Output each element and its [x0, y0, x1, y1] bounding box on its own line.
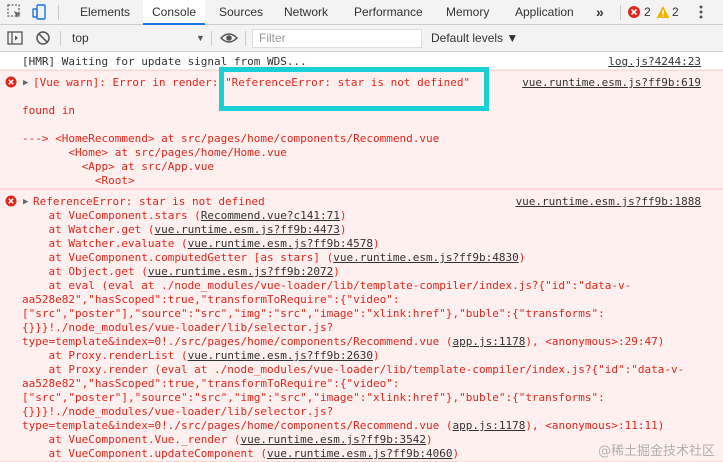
stack-trace-text: at Watcher.evaluate ( [22, 237, 188, 250]
stack-trace-text: ["src","poster"],"source":"src","img":"s… [22, 307, 605, 320]
stack-trace-link[interactable]: app.js:1178 [452, 335, 525, 348]
trace-line: <Root> [22, 174, 135, 187]
more-tabs-button[interactable]: » [596, 0, 604, 25]
stack-trace-text: ["src","poster"],"source":"src","img":"s… [22, 391, 605, 404]
source-link[interactable]: vue.runtime.esm.js?ff9b:1888 [516, 195, 701, 209]
stack-trace-text: at Proxy.renderList ( [22, 349, 188, 362]
stack-trace-text: ) [333, 265, 340, 278]
warning-icon[interactable] [656, 5, 670, 19]
stack-trace-line: aa528e82","hasScoped":true,"transformToR… [22, 377, 400, 391]
watermark: @稀土掘金技术社区 [597, 444, 715, 459]
stack-trace-link[interactable]: vue.runtime.esm.js?ff9b:2630 [188, 349, 373, 362]
trace-line: <Home> at src/pages/home/Home.vue [22, 146, 287, 159]
stack-trace-text: at Watcher.get ( [22, 223, 155, 236]
stack-trace-line: at Proxy.render (eval at ./node_modules/… [22, 363, 684, 377]
stack-trace-text: ), <anonymous>:29:47) [525, 335, 665, 348]
error-count[interactable]: 2 [644, 0, 651, 25]
stack-trace-link[interactable]: vue.runtime.esm.js?ff9b:4060 [267, 447, 452, 460]
log-levels-dropdown[interactable]: Default levels ▼ [431, 25, 518, 52]
source-link[interactable]: log.js?4244:23 [608, 55, 701, 69]
stack-trace-line: type=template&index=0!./src/pages/home/c… [22, 419, 664, 433]
stack-trace-link[interactable]: vue.runtime.esm.js?ff9b:4578 [188, 237, 373, 250]
tab-console[interactable]: Console [143, 0, 206, 25]
devtools-tab-bar: Elements Console Sources Network Perform… [0, 0, 723, 25]
stack-trace-line: {}}}!./node_modules/vue-loader/lib/selec… [22, 405, 333, 419]
stack-trace-text: at Proxy.render (eval at ./node_modules/… [22, 363, 685, 376]
stack-trace-text: at VueComponent.Vue._render ( [22, 433, 241, 446]
stack-trace-text: ) [339, 223, 347, 236]
stack-trace-text: ) [425, 433, 433, 446]
stack-trace-line: at Watcher.evaluate (vue.runtime.esm.js?… [22, 237, 380, 251]
stack-trace-link[interactable]: vue.runtime.esm.js?ff9b:4830 [333, 251, 518, 264]
context-dropdown-icon[interactable]: ▼ [196, 25, 205, 52]
stack-trace-link[interactable]: Recommend.vue?c141:71 [201, 209, 340, 222]
error-icon[interactable] [627, 5, 641, 19]
tab-network[interactable]: Network [284, 0, 328, 25]
console-message-reference-error: ▶ ReferenceError: star is not defined vu… [0, 189, 723, 462]
stack-trace-line: aa528e82","hasScoped":true,"transformToR… [22, 293, 400, 307]
stack-trace-text: {}}}!./node_modules/vue-loader/lib/selec… [22, 405, 334, 418]
tab-memory[interactable]: Memory [446, 0, 489, 25]
stack-trace-line: at VueComponent.updateComponent (vue.run… [22, 447, 459, 461]
stack-trace-link[interactable]: vue.runtime.esm.js?ff9b:4473 [154, 223, 339, 236]
highlight-annotation-box [219, 67, 489, 111]
stack-trace-text: {}}}!./node_modules/vue-loader/lib/selec… [22, 321, 334, 334]
filter-input[interactable]: Filter [252, 29, 422, 48]
device-toolbar-icon[interactable] [31, 3, 49, 21]
live-expression-eye-icon[interactable] [219, 29, 239, 47]
stack-trace-text: type=template&index=0!./src/pages/home/c… [22, 419, 453, 432]
trace-line: ---> <HomeRecommend> at src/pages/home/c… [22, 132, 440, 145]
stack-trace-line: at Watcher.get (vue.runtime.esm.js?ff9b:… [22, 223, 347, 237]
stack-trace-text: ) [518, 251, 526, 264]
message-text: ReferenceError: star is not defined [33, 195, 265, 208]
sidebar-toggle-icon[interactable] [6, 29, 24, 47]
stack-trace-line: at Proxy.renderList (vue.runtime.esm.js?… [22, 349, 380, 363]
warning-count[interactable]: 2 [672, 0, 679, 25]
stack-trace-link[interactable]: app.js:1178 [452, 419, 525, 432]
stack-trace-text: at VueComponent.computedGetter [as stars… [22, 251, 334, 264]
message-text: [Vue warn]: Error in render: [33, 76, 226, 89]
stack-trace-text: aa528e82","hasScoped":true,"transformToR… [22, 377, 400, 390]
trace-line: found in [22, 104, 75, 117]
console-output: [HMR] Waiting for update signal from WDS… [0, 53, 723, 462]
error-icon [5, 76, 17, 88]
stack-trace-line: ["src","poster"],"source":"src","img":"s… [22, 307, 605, 321]
error-icon [5, 195, 17, 207]
context-selector[interactable]: top [72, 25, 89, 52]
stack-trace-line: at eval (eval at ./node_modules/vue-load… [22, 279, 631, 293]
more-options-icon[interactable] [693, 4, 709, 20]
console-toolbar: top ▼ Filter Default levels ▼ [0, 25, 723, 52]
tab-elements[interactable]: Elements [80, 0, 130, 25]
stack-trace-text: at VueComponent.stars ( [22, 209, 201, 222]
tab-application[interactable]: Application [515, 0, 574, 25]
stack-trace-text: ) [373, 349, 380, 362]
stack-trace-line: type=template&index=0!./src/pages/home/c… [22, 335, 664, 349]
expand-triangle-icon[interactable]: ▶ [23, 195, 28, 209]
stack-trace-text: type=template&index=0!./src/pages/home/c… [22, 335, 453, 348]
stack-trace-line: at VueComponent.Vue._render (vue.runtime… [22, 433, 433, 447]
stack-trace-line: {}}}!./node_modules/vue-loader/lib/selec… [22, 321, 333, 335]
stack-trace-link[interactable]: vue.runtime.esm.js?ff9b:3542 [241, 433, 426, 446]
clear-console-icon[interactable] [34, 29, 52, 47]
source-link[interactable]: vue.runtime.esm.js?ff9b:619 [522, 76, 701, 90]
stack-trace-text: ) [339, 209, 347, 222]
stack-trace-line: at VueComponent.stars (Recommend.vue?c14… [22, 209, 347, 223]
stack-trace-text: ) [452, 447, 460, 460]
stack-trace-line: at VueComponent.computedGetter [as stars… [22, 251, 525, 265]
stack-trace-text: aa528e82","hasScoped":true,"transformToR… [22, 293, 400, 306]
expand-triangle-icon[interactable]: ▶ [23, 76, 28, 90]
stack-trace-line: at Object.get (vue.runtime.esm.js?ff9b:2… [22, 265, 340, 279]
stack-trace-text: ) [373, 237, 380, 250]
stack-trace-text: at eval (eval at ./node_modules/vue-load… [22, 279, 632, 292]
stack-trace-link[interactable]: vue.runtime.esm.js?ff9b:2072 [148, 265, 333, 278]
stack-trace-line: ["src","poster"],"source":"src","img":"s… [22, 391, 605, 405]
stack-trace-text: ), <anonymous>:11:11) [525, 419, 665, 432]
tab-performance[interactable]: Performance [354, 0, 423, 25]
stack-trace-text: at Object.get ( [22, 265, 148, 278]
trace-line: <App> at src/App.vue [22, 160, 215, 173]
inspect-element-icon[interactable] [6, 3, 24, 21]
stack-trace-text: at VueComponent.updateComponent ( [22, 447, 268, 460]
tab-sources[interactable]: Sources [219, 0, 263, 25]
